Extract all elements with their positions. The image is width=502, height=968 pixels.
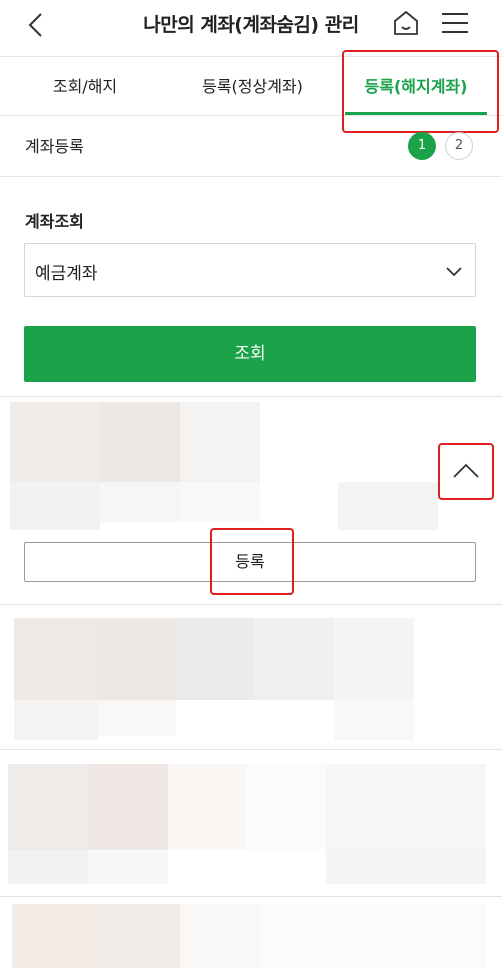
redacted-block — [334, 618, 414, 700]
redacted-block — [260, 904, 486, 968]
step-current-badge: 1 — [408, 132, 436, 160]
top-header: 나만의 계좌(계좌숨김) 관리 — [0, 0, 502, 57]
tab-register-normal[interactable]: 등록(정상계좌) — [170, 58, 335, 116]
chevron-down-icon — [446, 267, 462, 277]
query-button[interactable]: 조회 — [24, 326, 476, 382]
redacted-block — [176, 618, 254, 700]
step-next-badge: 2 — [445, 132, 473, 160]
hamburger-menu-icon[interactable] — [441, 11, 469, 35]
redacted-block — [14, 618, 98, 700]
redacted-block — [100, 402, 180, 482]
redacted-block — [180, 402, 260, 482]
account-query-label: 계좌조회 — [25, 212, 84, 231]
redacted-block — [8, 764, 88, 850]
step-header: 계좌등록 1 2 — [0, 117, 502, 177]
account-type-select[interactable]: 예금계좌 — [24, 243, 476, 297]
redacted-block — [10, 402, 100, 482]
home-icon[interactable] — [392, 9, 420, 37]
account-type-value: 예금계좌 — [35, 264, 98, 284]
redacted-block — [338, 482, 438, 530]
redacted-block — [180, 482, 260, 522]
redacted-block — [10, 482, 100, 530]
redacted-block — [168, 764, 246, 850]
divider — [0, 604, 502, 605]
redacted-block — [180, 904, 260, 968]
redacted-block — [246, 764, 326, 850]
redacted-block — [334, 700, 414, 740]
redacted-block — [100, 482, 180, 522]
page-title: 나만의 계좌(계좌숨김) 관리 — [143, 14, 359, 36]
redacted-block — [98, 700, 176, 736]
highlight-box-register — [210, 528, 294, 595]
divider — [0, 896, 502, 897]
tab-lookup-cancel[interactable]: 조회/해지 — [10, 58, 160, 116]
step-title: 계좌등록 — [25, 137, 84, 156]
redacted-block — [98, 618, 176, 700]
redacted-block — [326, 764, 486, 850]
redacted-block — [96, 904, 180, 968]
redacted-block — [12, 904, 96, 968]
highlight-box-collapse — [438, 443, 494, 500]
redacted-block — [326, 850, 486, 884]
redacted-block — [88, 850, 168, 884]
redacted-block — [8, 850, 88, 884]
redacted-block — [88, 764, 168, 850]
redacted-block — [254, 618, 334, 700]
divider — [0, 749, 502, 750]
redacted-block — [14, 700, 98, 740]
divider — [0, 396, 502, 397]
